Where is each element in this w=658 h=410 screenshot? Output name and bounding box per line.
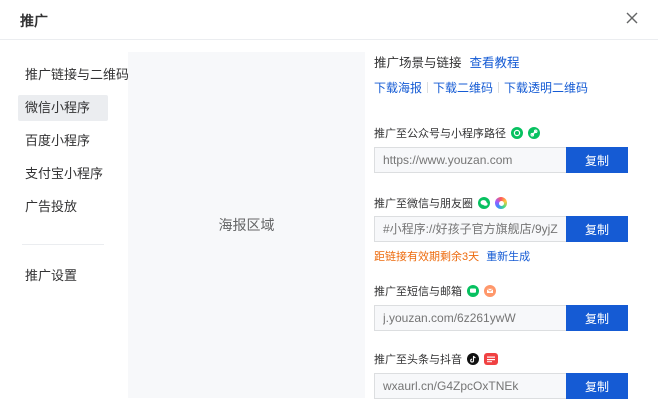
download-transparent-qrcode-link[interactable]: 下载透明二维码 bbox=[504, 81, 588, 95]
copy-toutiao-button[interactable]: 复制 bbox=[566, 373, 628, 399]
copy-mp-path-button[interactable]: 复制 bbox=[566, 147, 628, 173]
divider bbox=[427, 82, 429, 93]
nav-divider bbox=[22, 244, 104, 245]
toutiao-input[interactable] bbox=[374, 373, 566, 399]
nav-item-ads[interactable]: 广告投放 bbox=[18, 194, 108, 220]
mp-section-label: 推广至公众号与小程序路径 bbox=[374, 125, 540, 141]
download-poster-link[interactable]: 下载海报 bbox=[374, 81, 422, 95]
sms-input[interactable] bbox=[374, 305, 566, 331]
scene-title: 推广场景与链接 bbox=[374, 56, 462, 70]
nav-item-settings[interactable]: 推广设置 bbox=[18, 263, 108, 289]
wechat-icon bbox=[478, 197, 490, 209]
sms-icon bbox=[467, 285, 479, 297]
download-links: 下载海报 下载二维码 下载透明二维码 bbox=[374, 79, 634, 96]
side-nav: 推广链接与二维码 微信小程序 百度小程序 支付宝小程序 广告投放 推广设置 bbox=[18, 62, 129, 296]
mp-path-field: 复制 bbox=[374, 147, 628, 173]
dialog-title: 推广 bbox=[20, 13, 48, 29]
moments-section-label: 推广至微信与朋友圈 bbox=[374, 195, 507, 211]
regenerate-link[interactable]: 重新生成 bbox=[486, 251, 530, 263]
expiry-warning: 距链接有效期剩余3天 bbox=[374, 251, 480, 263]
toutiao-icon bbox=[484, 353, 498, 365]
toutiao-label-text: 推广至头条与抖音 bbox=[374, 354, 462, 366]
sms-label-text: 推广至短信与邮箱 bbox=[374, 286, 462, 298]
moments-icon bbox=[495, 197, 507, 209]
expiry-hint: 距链接有效期剩余3天 重新生成 bbox=[374, 248, 530, 264]
nav-item-link-qrcode[interactable]: 推广链接与二维码 bbox=[18, 62, 129, 88]
nav-item-wechat-mini[interactable]: 微信小程序 bbox=[18, 95, 108, 121]
poster-area: 海报区域 bbox=[128, 52, 365, 398]
moments-input[interactable] bbox=[374, 216, 566, 242]
copy-sms-button[interactable]: 复制 bbox=[566, 305, 628, 331]
scene-header: 推广场景与链接 查看教程 bbox=[374, 52, 634, 71]
scene-links: 推广场景与链接 查看教程 下载海报 下载二维码 下载透明二维码 bbox=[374, 52, 634, 96]
mp-path-input[interactable] bbox=[374, 147, 566, 173]
wechat-official-icon bbox=[511, 127, 523, 139]
poster-label: 海报区域 bbox=[218, 217, 275, 233]
sms-section-label: 推广至短信与邮箱 bbox=[374, 283, 496, 299]
nav-item-alipay-mini[interactable]: 支付宝小程序 bbox=[18, 161, 108, 187]
link-icon bbox=[528, 127, 540, 139]
copy-moments-button[interactable]: 复制 bbox=[566, 216, 628, 242]
moments-field: 复制 bbox=[374, 216, 628, 242]
toutiao-section-label: 推广至头条与抖音 bbox=[374, 351, 498, 367]
moments-label-text: 推广至微信与朋友圈 bbox=[374, 198, 473, 210]
tutorial-link[interactable]: 查看教程 bbox=[470, 52, 520, 71]
nav-item-baidu-mini[interactable]: 百度小程序 bbox=[18, 128, 108, 154]
mail-icon bbox=[484, 285, 496, 297]
toutiao-field: 复制 bbox=[374, 373, 628, 399]
dialog-header: 推广 bbox=[0, 0, 658, 40]
close-icon[interactable] bbox=[624, 10, 640, 26]
sms-field: 复制 bbox=[374, 305, 628, 331]
mp-label-text: 推广至公众号与小程序路径 bbox=[374, 128, 506, 140]
divider bbox=[498, 82, 500, 93]
download-qrcode-link[interactable]: 下载二维码 bbox=[433, 81, 493, 95]
douyin-icon bbox=[467, 353, 479, 365]
